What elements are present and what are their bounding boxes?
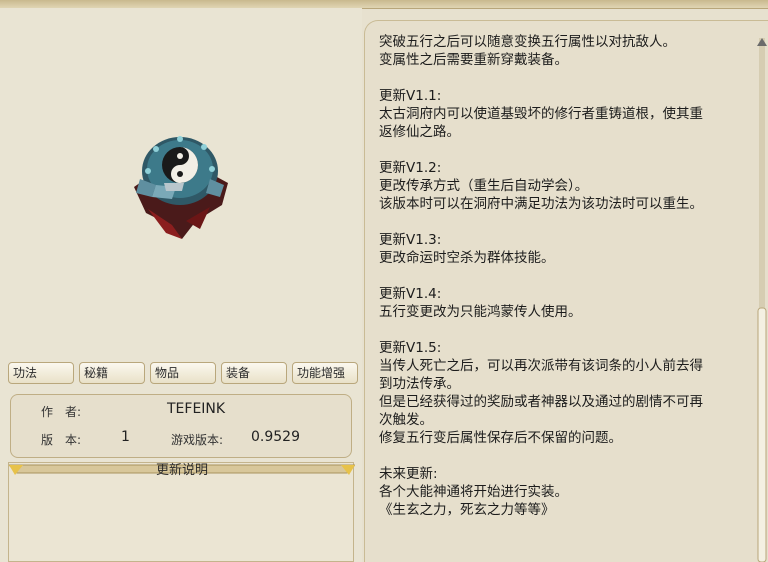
tab-gongfa[interactable]: 功法 (8, 362, 74, 384)
description-line: 更新V1.3: (379, 232, 442, 248)
description-line: 返修仙之路。 (379, 124, 460, 140)
description-line: 更改传承方式（重生后自动学会）。 (379, 178, 589, 194)
description-line: 《生玄之力，死玄之力等等》 (379, 502, 555, 518)
description-text: 突破五行之后可以随意变换五行属性以对抗敌人。 变属性之后需要重新穿戴装备。 更新V… (379, 33, 768, 519)
tab-miji[interactable]: 秘籍 (79, 362, 145, 384)
update-notes-panel: 更新说明 (8, 462, 355, 562)
tab-items[interactable]: 物品 (150, 362, 216, 384)
tab-label: 物品 (155, 366, 180, 380)
description-line (379, 69, 768, 87)
description-line: 当传人死亡之后，可以再次派带有该词条的小人前去得 (379, 358, 703, 374)
tab-label: 秘籍 (84, 366, 109, 380)
description-scrollbar[interactable] (756, 38, 768, 562)
description-line (379, 141, 768, 159)
description-panel: 突破五行之后可以随意变换五行属性以对抗敌人。 变属性之后需要重新穿戴装备。 更新V… (364, 20, 768, 562)
version-label: 版 本: (41, 433, 82, 447)
category-tabs: 功法 秘籍 物品 装备 功能增强 (8, 362, 358, 384)
description-line (379, 213, 768, 231)
description-line: 修复五行变后属性保存后不保留的问题。 (379, 430, 622, 446)
description-line (379, 267, 768, 285)
description-line: 到功法传承。 (379, 376, 460, 392)
version-value: 1 (121, 429, 130, 445)
description-line: 次触发。 (379, 412, 433, 428)
description-line: 更新V1.5: (379, 340, 442, 356)
description-line: 突破五行之后可以随意变换五行属性以对抗敌人。 (379, 34, 676, 50)
description-line: 该版本时可以在洞府中满足功法为该功法时可以重生。 (379, 196, 703, 212)
tab-label: 装备 (226, 366, 251, 380)
author-label: 作 者: (41, 405, 82, 419)
mod-info-box: 作 者: TEFEINK 版 本: 1 游戏版本: 0.9529 (10, 394, 352, 458)
description-line: 变属性之后需要重新穿戴装备。 (379, 52, 568, 68)
yin-yang-artifact-icon (134, 136, 228, 239)
description-line: 更新V1.1: (379, 88, 442, 104)
game-version-label: 游戏版本: (171, 433, 224, 447)
author-value: TEFEINK (167, 401, 226, 417)
tab-label: 功能增强 (297, 366, 346, 380)
description-line: 更改命运时空杀为群体技能。 (379, 250, 555, 266)
description-line: 更新V1.4: (379, 286, 442, 302)
notes-title: 更新说明 (155, 463, 208, 478)
description-line: 五行变更改为只能鸿蒙传人使用。 (379, 304, 582, 320)
tab-label: 功法 (13, 366, 38, 380)
description-line: 太古洞府内可以使道基毁坏的修行者重铸道根，使其重 (379, 106, 703, 122)
description-line: 各个大能神通将开始进行实装。 (379, 484, 568, 500)
tab-enhancements[interactable]: 功能增强 (292, 362, 358, 384)
description-line: 更新V1.2: (379, 160, 442, 176)
description-line (379, 447, 768, 465)
description-line: 未来更新: (379, 466, 438, 482)
game-version-value: 0.9529 (251, 429, 300, 445)
description-line (379, 321, 768, 339)
tab-equipment[interactable]: 装备 (221, 362, 287, 384)
description-line: 但是已经获得过的奖励或者神器以及通过的剧情不可再 (379, 394, 703, 410)
